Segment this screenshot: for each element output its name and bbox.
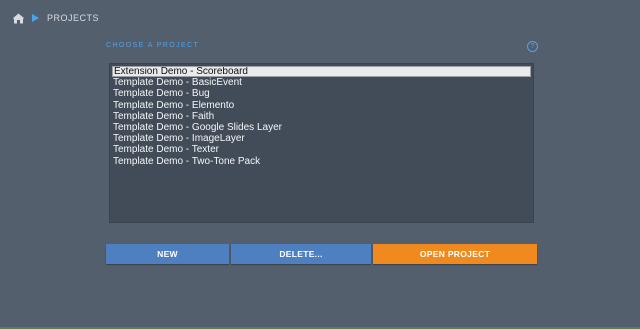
play-icon [32,14,39,22]
breadcrumb-current[interactable]: PROJECTS [47,13,99,23]
list-item[interactable]: Template Demo - Texter [112,144,531,155]
project-list[interactable]: Extension Demo - Scoreboard Template Demo… [109,63,534,223]
help-icon[interactable]: ? [527,41,538,52]
new-button[interactable]: NEW [106,244,229,264]
list-item[interactable]: Template Demo - BasicEvent [112,77,531,88]
breadcrumb: PROJECTS [12,10,99,26]
list-item[interactable]: Template Demo - Google Slides Layer [112,122,531,133]
delete-button[interactable]: DELETE... [231,244,371,264]
list-item[interactable]: Template Demo - Elemento [112,100,531,111]
list-item[interactable]: Template Demo - Bug [112,88,531,99]
page-title: CHOOSE A PROJECT [106,42,200,49]
list-item[interactable]: Extension Demo - Scoreboard [112,66,531,78]
open-project-button[interactable]: OPEN PROJECT [373,244,537,264]
list-item[interactable]: Template Demo - Faith [112,111,531,122]
home-icon[interactable] [12,13,25,24]
list-item[interactable]: Template Demo - ImageLayer [112,133,531,144]
list-item[interactable]: Template Demo - Two-Tone Pack [112,156,531,167]
